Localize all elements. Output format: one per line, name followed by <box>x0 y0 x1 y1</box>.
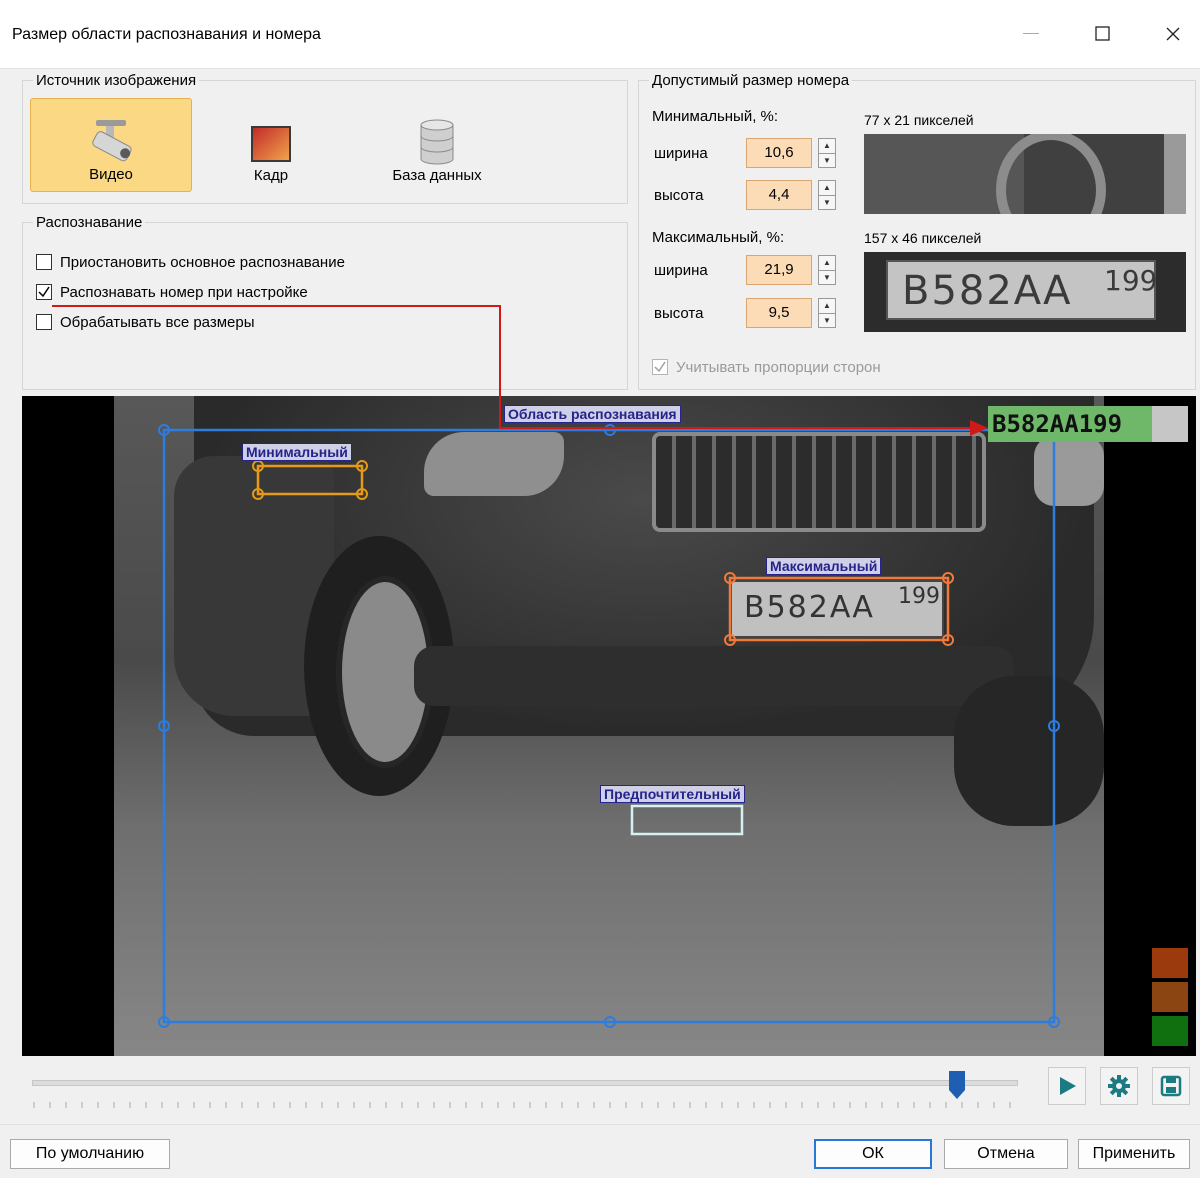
min-pixels: 77 x 21 пикселей <box>864 112 974 128</box>
min-width-stepper[interactable]: ▲ ▼ <box>818 138 836 168</box>
max-height-label: высота <box>654 305 704 322</box>
stepper-down-icon[interactable]: ▼ <box>819 152 835 168</box>
video-source-button[interactable]: Видео <box>30 98 192 192</box>
check-icon <box>654 361 666 373</box>
area-label: Область распознавания <box>504 405 681 423</box>
pause-recognition-box[interactable] <box>36 254 52 270</box>
ok-button[interactable]: ОК <box>814 1139 932 1169</box>
stepper-down-icon[interactable]: ▼ <box>819 269 835 285</box>
min-height-label: высота <box>654 187 704 204</box>
recognized-plate-result: В582АА199 <box>988 406 1188 442</box>
pause-recognition-label: Приостановить основное распознавание <box>60 253 345 271</box>
status-indicator-2 <box>1152 982 1188 1012</box>
video-view[interactable]: В582АА 199 Область распознавания Минимал… <box>22 396 1196 1056</box>
min-width-input[interactable]: 10,6 <box>746 138 812 168</box>
aspect-ratio-checkbox[interactable]: Учитывать пропорции сторон <box>652 357 881 377</box>
max-height-stepper[interactable]: ▲ ▼ <box>818 298 836 328</box>
recognize-while-setup-box[interactable] <box>36 284 52 300</box>
max-height-input[interactable]: 9,5 <box>746 298 812 328</box>
video-source-label: Видео <box>89 166 133 183</box>
check-icon <box>38 286 50 298</box>
max-preview-plate-text: В582АА <box>902 268 1073 314</box>
min-width-label: ширина <box>654 145 708 162</box>
window-title: Размер области распознавания и номера <box>12 26 321 43</box>
title-bar: Размер области распознавания и номера <box>0 0 1200 69</box>
max-width-label: ширина <box>654 262 708 279</box>
play-button[interactable] <box>1048 1067 1086 1105</box>
max-width-input[interactable]: 21,9 <box>746 255 812 285</box>
recognize-while-setup-label: Распознавать номер при настройке <box>60 283 308 301</box>
footer-divider <box>0 1124 1200 1125</box>
stepper-up-icon[interactable]: ▲ <box>819 139 835 153</box>
max-preview-image: В582АА 199 <box>864 252 1186 332</box>
apply-button[interactable]: Применить <box>1078 1139 1190 1169</box>
pause-recognition-checkbox[interactable]: Приостановить основное распознавание <box>36 252 345 272</box>
max-title: Максимальный, %: <box>652 229 785 246</box>
timeline-track[interactable] <box>32 1080 1018 1086</box>
recognition-legend: Распознавание <box>36 214 143 231</box>
recognize-while-setup-checkbox[interactable]: Распознавать номер при настройке <box>36 282 308 302</box>
cancel-button[interactable]: Отмена <box>944 1139 1068 1169</box>
min-box-label: Минимальный <box>242 443 352 461</box>
plate-size-legend: Допустимый размер номера <box>652 72 850 89</box>
database-source-button[interactable]: База данных <box>356 98 518 192</box>
process-all-sizes-label: Обрабатывать все размеры <box>60 313 255 331</box>
minimize-icon[interactable] <box>1006 14 1056 54</box>
max-width-stepper[interactable]: ▲ ▼ <box>818 255 836 285</box>
max-box-label: Максимальный <box>766 557 882 575</box>
camera-icon <box>92 120 132 162</box>
recognition-group: Распознавание <box>22 214 628 390</box>
status-indicator-3 <box>1152 1016 1188 1046</box>
min-preview-image <box>864 134 1186 214</box>
max-preview-region: 199 <box>1104 264 1158 297</box>
frame-source-button[interactable]: Кадр <box>190 98 352 192</box>
settings-button[interactable] <box>1100 1067 1138 1105</box>
overlay-graphics <box>158 424 1060 1028</box>
stepper-up-icon[interactable]: ▲ <box>819 256 835 270</box>
timeline-ticks <box>33 1102 1011 1108</box>
close-icon[interactable] <box>1148 14 1198 54</box>
process-all-sizes-checkbox[interactable]: Обрабатывать все размеры <box>36 312 255 332</box>
min-title: Минимальный, %: <box>652 108 779 125</box>
database-source-label: База данных <box>392 167 482 184</box>
aspect-ratio-box[interactable] <box>652 359 668 375</box>
stepper-down-icon[interactable]: ▼ <box>819 312 835 328</box>
max-pixels: 157 x 46 пикселей <box>864 230 982 246</box>
play-icon <box>1060 1077 1076 1095</box>
stepper-down-icon[interactable]: ▼ <box>819 194 835 210</box>
maximize-icon[interactable] <box>1078 14 1128 54</box>
stepper-up-icon[interactable]: ▲ <box>819 181 835 195</box>
frame-source-label: Кадр <box>253 167 289 184</box>
database-icon <box>420 119 454 165</box>
preferred-box-label: Предпочтительный <box>600 785 745 803</box>
min-height-stepper[interactable]: ▲ ▼ <box>818 180 836 210</box>
gear-icon <box>1108 1075 1130 1097</box>
process-all-sizes-box[interactable] <box>36 314 52 330</box>
source-legend: Источник изображения <box>36 72 197 89</box>
min-height-input[interactable]: 4,4 <box>746 180 812 210</box>
defaults-button[interactable]: По умолчанию <box>10 1139 170 1169</box>
stepper-up-icon[interactable]: ▲ <box>819 299 835 313</box>
save-icon <box>1160 1075 1182 1097</box>
save-button[interactable] <box>1152 1067 1190 1105</box>
status-indicator-1 <box>1152 948 1188 978</box>
timeline-thumb[interactable] <box>948 1070 966 1100</box>
aspect-ratio-label: Учитывать пропорции сторон <box>676 358 881 376</box>
frame-icon <box>251 126 291 162</box>
